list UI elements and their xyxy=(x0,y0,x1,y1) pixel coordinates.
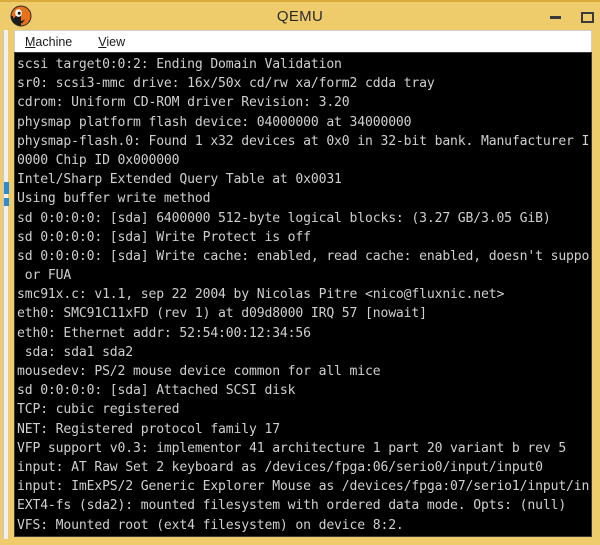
console-line: cdrom: Uniform CD-ROM driver Revision: 3… xyxy=(17,95,350,111)
window-title: QEMU xyxy=(276,7,324,25)
vertical-scrollbar[interactable] xyxy=(3,30,9,539)
qemu-window: QEMU Machine View scsi target0:0:2: Endi… xyxy=(0,0,600,545)
console-line: mousedev: PS/2 mouse device common for a… xyxy=(17,364,381,379)
kernel-boot-log: scsi target0:0:2: Ending Domain Validati… xyxy=(15,53,591,536)
console-line: NET: Registered protocol family 17 xyxy=(17,421,280,437)
scrollbar-thumb-secondary[interactable] xyxy=(4,198,9,206)
maximize-icon xyxy=(580,11,594,23)
console-line: physmap-flash.0: Found 1 x32 devices at … xyxy=(17,133,590,149)
minimize-button[interactable] xyxy=(546,8,564,26)
console-line: TCP: cubic registered xyxy=(17,402,180,418)
console-line: sd 0:0:0:0: [sda] Attached SCSI disk xyxy=(17,383,296,399)
menu-machine-mnemonic: M xyxy=(25,34,36,49)
qemu-logo-icon xyxy=(10,5,32,27)
menu-view[interactable]: View xyxy=(96,34,127,50)
console-line: input: AT Raw Set 2 keyboard as /devices… xyxy=(17,459,543,475)
console-line: VFS: Mounted root (ext4 filesystem) on d… xyxy=(17,517,404,533)
console-line: sd 0:0:0:0: [sda] 6400000 512-byte logic… xyxy=(17,210,551,226)
console-line: devtmpfs: mounted xyxy=(17,535,591,536)
minimize-icon xyxy=(549,15,561,19)
scrollbar-thumb[interactable] xyxy=(4,182,9,194)
vm-display-area[interactable]: scsi target0:0:2: Ending Domain Validati… xyxy=(14,52,592,537)
maximize-button[interactable] xyxy=(578,8,596,26)
console-line: eth0: Ethernet addr: 52:54:00:12:34:56 xyxy=(17,325,311,341)
menu-view-label: iew xyxy=(106,34,126,49)
menu-machine[interactable]: Machine xyxy=(23,34,74,50)
console-line: Using buffer write method xyxy=(17,191,211,207)
window-bottom-frame xyxy=(0,537,600,545)
console-line: VFP support v0.3: implementor 41 archite… xyxy=(17,440,567,456)
console-line: eth0: SMC91C11xFD (rev 1) at d09d8000 IR… xyxy=(17,306,427,322)
console-line: scsi target0:0:2: Ending Domain Validati… xyxy=(17,57,342,72)
console-line: physmap platform flash device: 04000000 … xyxy=(17,114,412,130)
console-line: smc91x.c: v1.1, sep 22 2004 by Nicolas P… xyxy=(17,287,505,303)
console-line: Intel/Sharp Extended Query Table at 0x00… xyxy=(17,172,342,188)
console-line: sd 0:0:0:0: [sda] Write Protect is off xyxy=(17,229,311,245)
console-line: 0000 Chip ID 0x000000 xyxy=(17,152,180,168)
console-line: sr0: scsi3-mmc drive: 16x/50x cd/rw xa/f… xyxy=(17,76,435,92)
console-line: EXT4-fs (sda2): mounted filesystem with … xyxy=(17,498,567,514)
console-line: or FUA xyxy=(17,268,72,284)
console-line: input: ImExPS/2 Generic Explorer Mouse a… xyxy=(17,479,590,495)
menubar: Machine View xyxy=(14,30,592,52)
console-line: sd 0:0:0:0: [sda] Write cache: enabled, … xyxy=(17,248,590,264)
window-controls xyxy=(546,2,596,32)
window-titlebar[interactable]: QEMU xyxy=(0,0,600,30)
menu-machine-label: achine xyxy=(35,34,73,49)
console-line: sda: sda1 sda2 xyxy=(17,344,133,360)
